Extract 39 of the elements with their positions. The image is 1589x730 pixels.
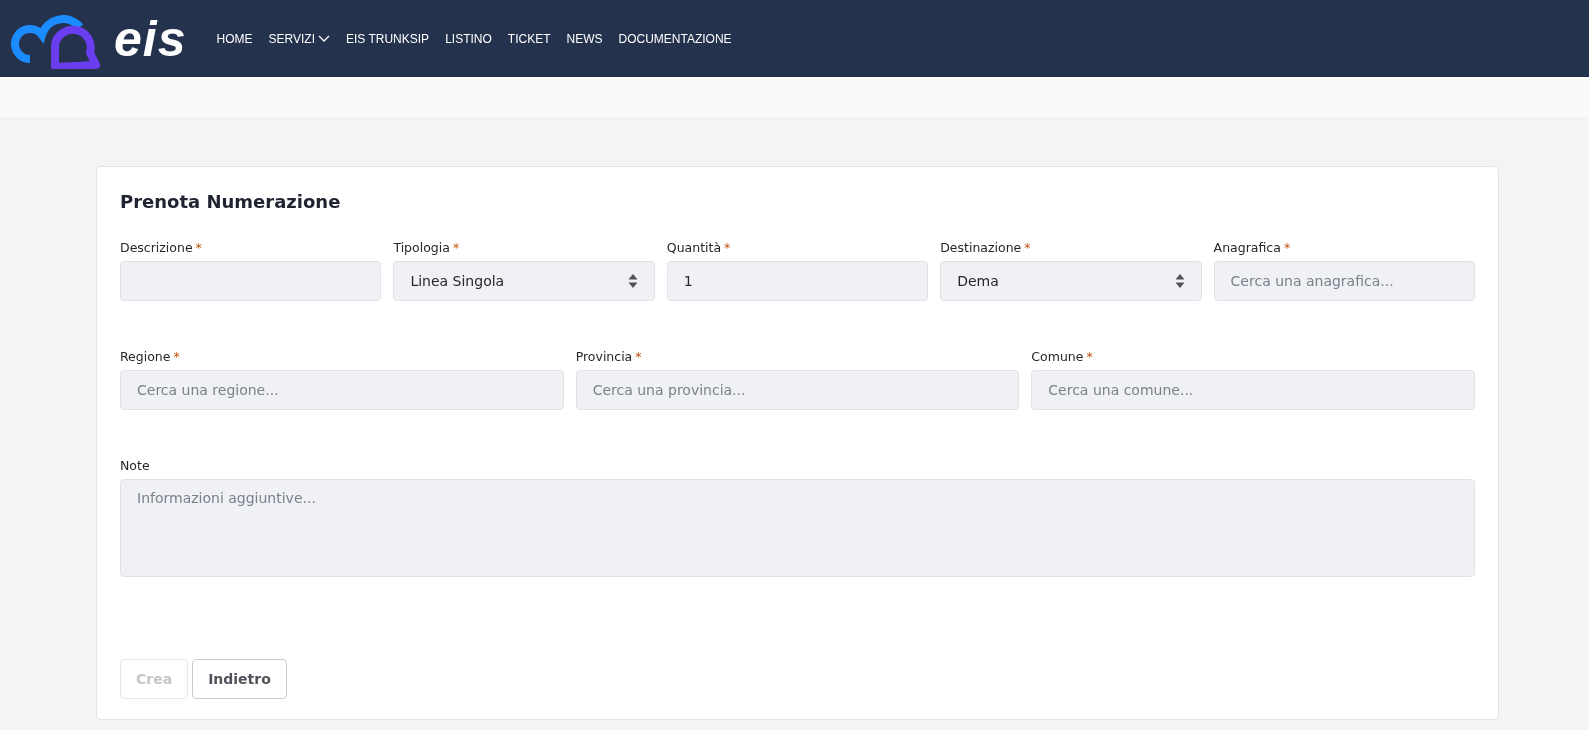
required-mark: * [635, 349, 642, 364]
nav-link[interactable]: TICKET [507, 31, 551, 46]
chevron-down-icon [318, 34, 330, 43]
updown-icon [1174, 273, 1185, 289]
select-field[interactable]: Dema [940, 261, 1202, 301]
required-mark: * [173, 349, 180, 364]
input-field[interactable]: Cerca una regione... [120, 370, 564, 410]
field-label: Comune * [1031, 349, 1094, 364]
back-button[interactable]: Indietro [192, 659, 287, 699]
field-label: Note [120, 458, 151, 473]
nav-link[interactable]: LISTINO [445, 31, 492, 46]
input-field[interactable] [120, 261, 382, 301]
nav-link[interactable]: NEWS [566, 31, 603, 46]
nav-link[interactable]: EIS TRUNKSIP [346, 31, 430, 46]
input-field[interactable]: Cerca una provincia... [575, 370, 1020, 410]
nav-link[interactable]: DOCUMENTAZIONE [618, 31, 732, 46]
field-label: Descrizione * [120, 240, 203, 255]
required-mark: * [452, 240, 460, 255]
updown-icon [627, 273, 638, 289]
field-label: Provincia * [575, 349, 643, 364]
required-mark: * [1086, 349, 1093, 364]
select-field[interactable]: Linea Singola [393, 261, 655, 301]
input-field[interactable]: Cerca una comune... [1031, 370, 1475, 410]
field-label: Anagrafica * [1213, 240, 1292, 255]
required-mark: * [724, 240, 731, 255]
field-label: Destinazione * [940, 240, 1032, 255]
required-mark: * [1024, 240, 1031, 255]
form-title: Prenota Numerazione [120, 191, 342, 212]
input-field[interactable]: Cerca una anagrafica... [1213, 261, 1475, 301]
field-label: Regione * [120, 349, 181, 364]
field-label: Quantità * [666, 240, 732, 255]
textarea-field[interactable]: Informazioni aggiuntive... [120, 479, 1475, 577]
logo-text: eis [114, 9, 187, 68]
input-field[interactable]: 1 [666, 261, 929, 301]
nav-link[interactable]: HOME [216, 31, 253, 46]
required-mark: * [1283, 240, 1291, 255]
required-mark: * [195, 240, 202, 255]
nav-link[interactable]: SERVIZI [268, 31, 330, 46]
field-label: Tipologia * [393, 240, 461, 255]
